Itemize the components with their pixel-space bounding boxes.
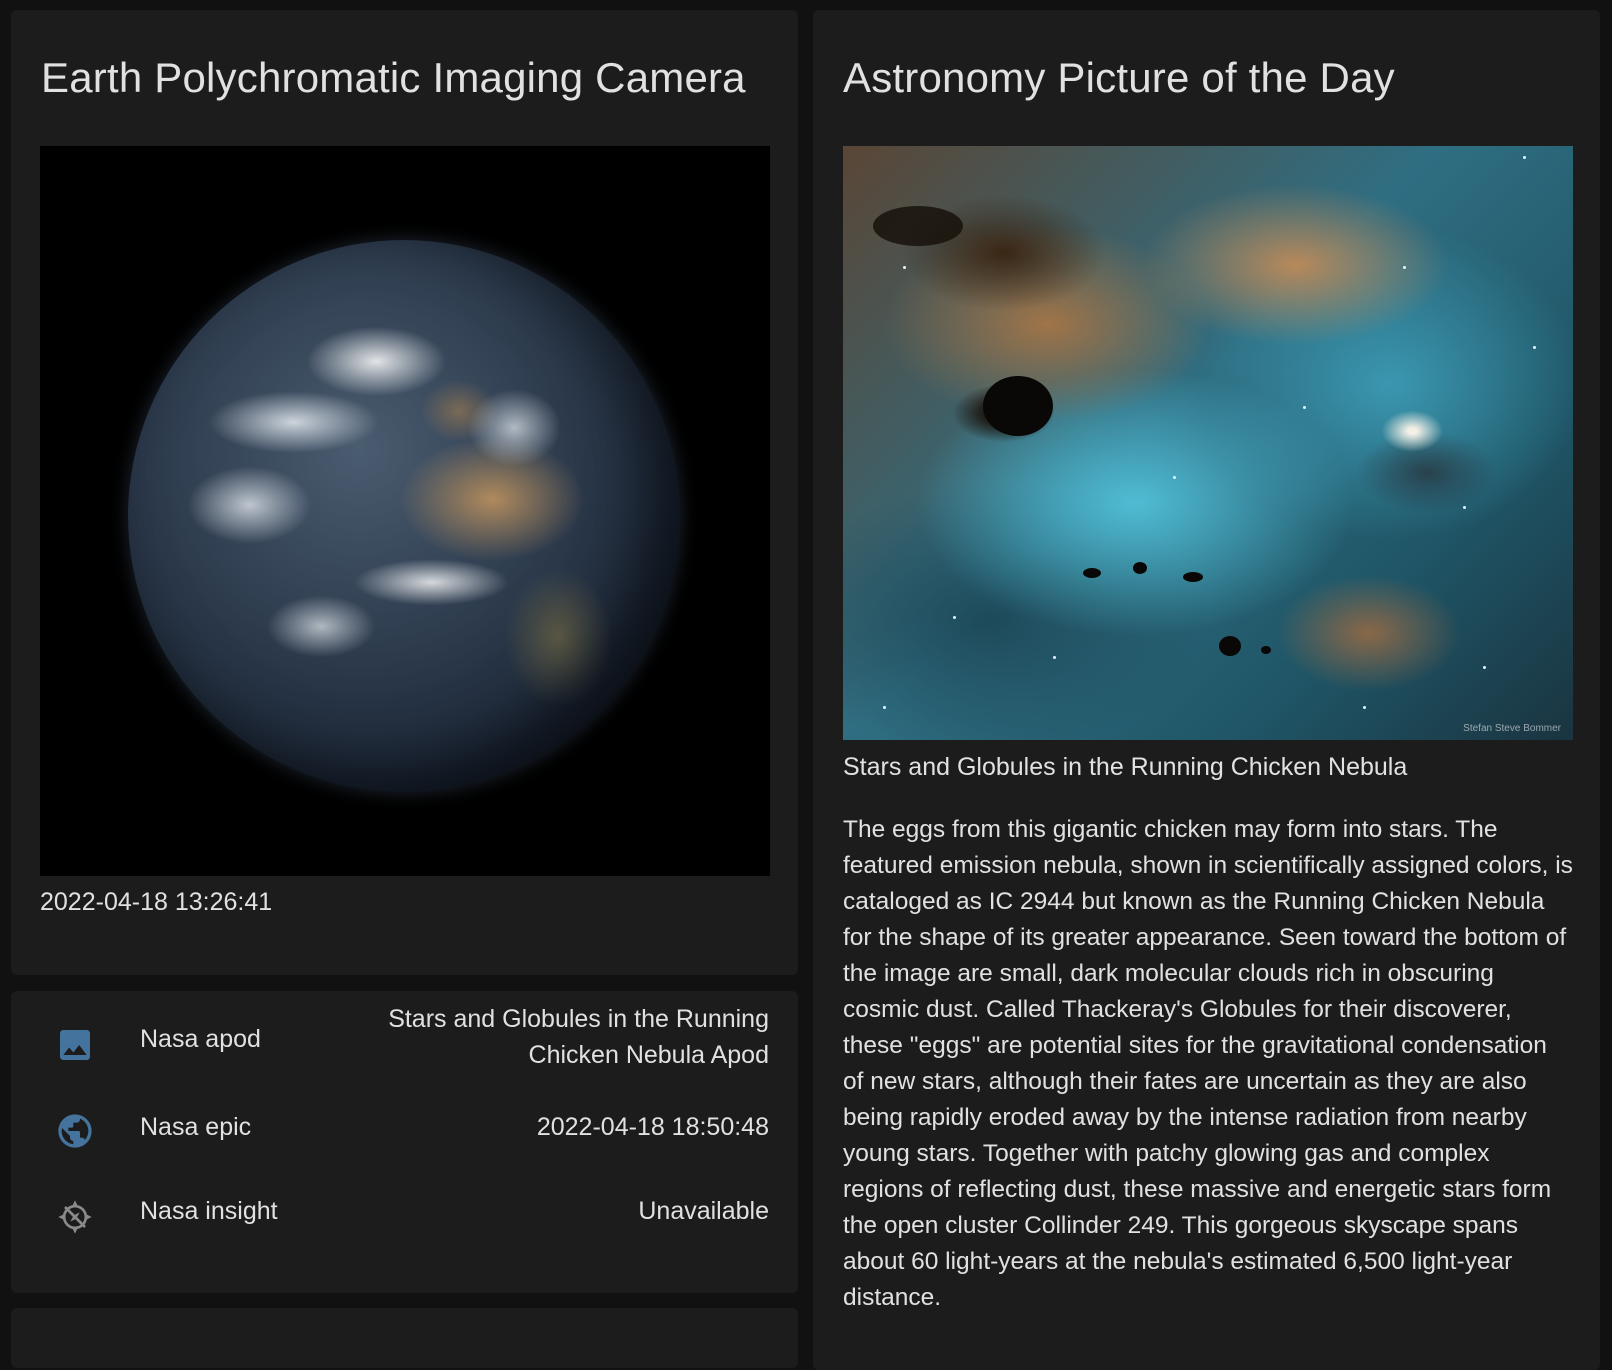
star: [1303, 406, 1306, 409]
star: [903, 266, 906, 269]
entities-card: Nasa apod Stars and Globules in the Runn…: [11, 991, 798, 1293]
apod-nebula-image[interactable]: Stefan Steve Bommer: [843, 146, 1573, 740]
star: [1363, 706, 1366, 709]
entity-name: Nasa epic: [140, 1113, 252, 1141]
apod-card-title: Astronomy Picture of the Day: [843, 54, 1395, 101]
thackeray-globule: [1083, 568, 1101, 578]
entity-state: 2022-04-18 18:50:48: [536, 1113, 769, 1141]
thackeray-globule: [1133, 562, 1147, 574]
compass-off-icon: [55, 1197, 95, 1237]
star: [1053, 656, 1056, 659]
epic-image-date: 2022-04-18 13:26:41: [40, 888, 273, 916]
star: [1523, 156, 1526, 159]
star: [1483, 666, 1486, 669]
entity-state: Stars and Globules in the Running Chicke…: [388, 1005, 769, 1069]
star: [1173, 476, 1176, 479]
nebula-dark-cloud: [873, 206, 963, 246]
entity-name: Nasa apod: [140, 1025, 261, 1053]
earth-icon: [55, 1111, 95, 1151]
nebula-dark-cloud: [983, 376, 1053, 436]
apod-image-title: Stars and Globules in the Running Chicke…: [843, 753, 1408, 781]
image-icon: [55, 1025, 95, 1065]
entity-row-nasa-apod[interactable]: Nasa apod Stars and Globules in the Runn…: [11, 1001, 798, 1091]
thackeray-globule: [1183, 572, 1203, 582]
entity-name: Nasa insight: [140, 1197, 278, 1225]
image-credit: Stefan Steve Bommer: [1463, 723, 1561, 734]
epic-card-title: Earth Polychromatic Imaging Camera: [41, 54, 746, 101]
entity-row-nasa-insight[interactable]: Nasa insight Unavailable: [11, 1175, 798, 1259]
apod-explanation: The eggs from this gigantic chicken may …: [843, 816, 1573, 1311]
star: [1533, 346, 1536, 349]
partial-card: [11, 1308, 798, 1368]
star: [1463, 506, 1466, 509]
star: [953, 616, 956, 619]
entity-state: Unavailable: [638, 1197, 769, 1225]
epic-card: Earth Polychromatic Imaging Camera 2022-…: [11, 10, 798, 975]
thackeray-globule: [1219, 636, 1241, 656]
earth-globe: [128, 240, 680, 792]
star: [883, 706, 886, 709]
entity-row-nasa-epic[interactable]: Nasa epic 2022-04-18 18:50:48: [11, 1091, 798, 1175]
apod-card: Astronomy Picture of the Day Stefan Stev…: [813, 10, 1600, 1370]
epic-earth-image[interactable]: [40, 146, 770, 876]
star: [1403, 266, 1406, 269]
thackeray-globule: [1261, 646, 1271, 654]
